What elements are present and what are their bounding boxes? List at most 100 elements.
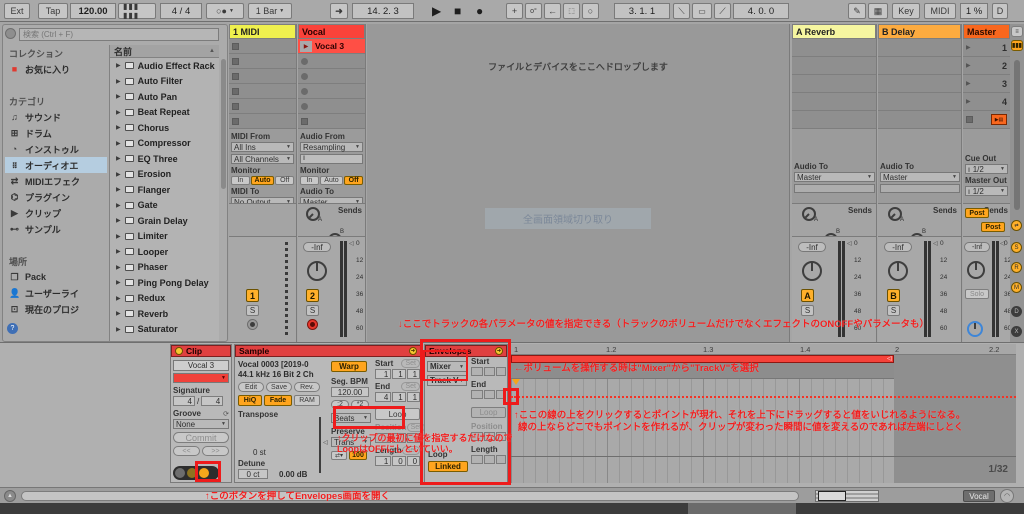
mixer-section-toggle[interactable]: M: [1011, 282, 1022, 293]
scene-1[interactable]: ▶1: [963, 39, 1010, 57]
track-2-pan-knob[interactable]: [307, 261, 327, 281]
detail-view-chooser-icon[interactable]: ◠: [1000, 489, 1014, 503]
session-scrollbar[interactable]: [1014, 60, 1020, 210]
play-button[interactable]: ▶: [432, 5, 441, 17]
clip-start-marker[interactable]: [512, 379, 520, 385]
detune-field[interactable]: 0 ct: [238, 469, 268, 479]
previous-clip-button[interactable]: <<: [173, 446, 200, 456]
sidebar-item-favorites[interactable]: ■お気に入り: [5, 61, 107, 77]
loop-switch-button[interactable]: ▭: [692, 3, 712, 19]
disclosure-triangle-icon[interactable]: ▶: [116, 279, 121, 286]
disclosure-triangle-icon[interactable]: ▶: [116, 202, 121, 209]
sidebar-item-roaming[interactable]: ▭Roaming: [5, 317, 107, 319]
sends-section-toggle[interactable]: S: [1011, 242, 1022, 253]
loop-start-field[interactable]: 3. 1. 1: [614, 3, 670, 19]
zoom-scroll-control[interactable]: [815, 490, 879, 502]
browser-item[interactable]: ▶Looper: [110, 244, 219, 260]
disclosure-triangle-icon[interactable]: ▶: [116, 186, 121, 193]
draw-mode-button[interactable]: ✎: [848, 3, 866, 19]
envelope-parameter-select[interactable]: Track V▼: [427, 375, 467, 386]
env-start-sixteenth[interactable]: [496, 367, 506, 376]
clip-stop-icon[interactable]: [232, 43, 239, 50]
ram-button[interactable]: RAM: [294, 395, 320, 406]
halve-tempo-button[interactable]: :2: [331, 400, 349, 409]
env-start-bar[interactable]: [471, 367, 483, 376]
browser-item[interactable]: ▶Flanger: [110, 182, 219, 198]
clip-slot[interactable]: [298, 114, 365, 129]
disclosure-triangle-icon[interactable]: ▶: [116, 140, 121, 147]
clip-stop-icon[interactable]: [232, 118, 239, 125]
clip-slot[interactable]: [229, 54, 296, 69]
browser-item[interactable]: ▶EQ Three: [110, 151, 219, 167]
disclosure-triangle-icon[interactable]: ▶: [116, 62, 121, 69]
disclosure-triangle-icon[interactable]: ▶: [116, 217, 121, 224]
envelope-loop-button[interactable]: Loop: [471, 407, 506, 418]
sidebar-item-user-library[interactable]: 👤ユーザーライ: [5, 285, 107, 301]
clip-slot[interactable]: [298, 54, 365, 69]
clip-slot[interactable]: [298, 84, 365, 99]
env-end-beat[interactable]: [484, 390, 494, 399]
groove-select[interactable]: None▼: [173, 419, 229, 429]
track-2-activator[interactable]: 2: [306, 289, 319, 302]
clip-name-field[interactable]: Vocal 3: [173, 360, 229, 371]
end-bar[interactable]: 4: [375, 392, 391, 402]
monitor-auto-button[interactable]: Auto: [320, 176, 344, 185]
master-header[interactable]: Master: [963, 24, 1010, 39]
return-a-volume-field[interactable]: -Inf: [798, 242, 826, 252]
monitor-auto-button[interactable]: Auto: [251, 176, 275, 185]
signature-denominator[interactable]: 4: [201, 396, 223, 406]
disclosure-triangle-icon[interactable]: ▶: [116, 326, 121, 333]
length-sixteenth[interactable]: 0: [407, 456, 420, 466]
clip-color-select[interactable]: ▼: [173, 373, 229, 383]
return-b-header[interactable]: B Delay: [878, 24, 961, 39]
clip-record-icon[interactable]: [301, 88, 308, 95]
time-signature-field[interactable]: 4 / 4: [160, 3, 202, 19]
stop-all-clips-icon[interactable]: [966, 116, 973, 123]
browser-item[interactable]: ▶Chorus: [110, 120, 219, 136]
scene-4[interactable]: ▶4: [963, 93, 1010, 111]
gain-value[interactable]: 0.00 dB: [279, 470, 307, 479]
clip-slot[interactable]: [229, 69, 296, 84]
env-length-beat[interactable]: [484, 455, 494, 464]
sidebar-item-samples[interactable]: ⊷サンプル: [5, 221, 107, 237]
length-beat[interactable]: 0: [392, 456, 405, 466]
browser-collapse-icon[interactable]: [5, 28, 16, 39]
browser-item[interactable]: ▶Compressor: [110, 136, 219, 152]
monitor-in-button[interactable]: In: [300, 176, 319, 185]
env-end-sixteenth[interactable]: [496, 390, 506, 399]
clip-stop-icon[interactable]: [232, 58, 239, 65]
track-delay-toggle[interactable]: D: [1011, 306, 1022, 317]
crossfader-toggle[interactable]: X: [1011, 326, 1022, 337]
start-beat[interactable]: 1: [392, 369, 405, 379]
key-map-button[interactable]: Key: [892, 3, 920, 19]
end-sixteenth[interactable]: 1: [407, 392, 420, 402]
session-drop-area[interactable]: ファイルとデバイスをここへドロップします 全画面領域切り取り: [367, 24, 790, 342]
audio-to-sub-field[interactable]: [880, 184, 960, 193]
sidebar-item-instruments[interactable]: ◔インストゥル: [5, 141, 107, 157]
start-sixteenth[interactable]: 1: [407, 369, 420, 379]
cue-volume-knob[interactable]: [967, 321, 983, 337]
sidebar-item-sounds[interactable]: ♫サウンド: [5, 109, 107, 125]
seg-bpm-field[interactable]: 120.00: [331, 387, 369, 397]
double-tempo-button[interactable]: *2: [351, 400, 369, 409]
help-icon[interactable]: ?: [7, 323, 18, 334]
hiq-button[interactable]: HiQ: [238, 395, 262, 406]
clip-slot[interactable]: [298, 69, 365, 84]
audio-to-select[interactable]: Master▼: [794, 172, 875, 182]
ext-sync-button[interactable]: Ext: [4, 3, 30, 19]
track-2-volume-field[interactable]: -Inf: [303, 242, 331, 252]
set-start-button[interactable]: Set: [401, 359, 420, 368]
return-b-volume-field[interactable]: -Inf: [884, 242, 912, 252]
arrangement-view-toggle[interactable]: ≡: [1011, 26, 1023, 37]
scene-3[interactable]: ▶3: [963, 75, 1010, 93]
reverse-button[interactable]: Rev.: [294, 382, 320, 392]
scene-2[interactable]: ▶2: [963, 57, 1010, 75]
track-2-arm-button[interactable]: [307, 319, 318, 330]
audio-from-select[interactable]: Resampling▼: [300, 142, 363, 152]
warp-button[interactable]: Warp: [331, 361, 367, 372]
clip-stop-icon[interactable]: [232, 103, 239, 110]
play-position-circle[interactable]: ▲: [4, 490, 16, 502]
beat-time-ruler[interactable]: 1 1.2 1.3 1.4 2 2.2: [511, 344, 1016, 355]
browser-item[interactable]: ▶Auto Pan: [110, 89, 219, 105]
return-a-header[interactable]: A Reverb: [792, 24, 876, 39]
